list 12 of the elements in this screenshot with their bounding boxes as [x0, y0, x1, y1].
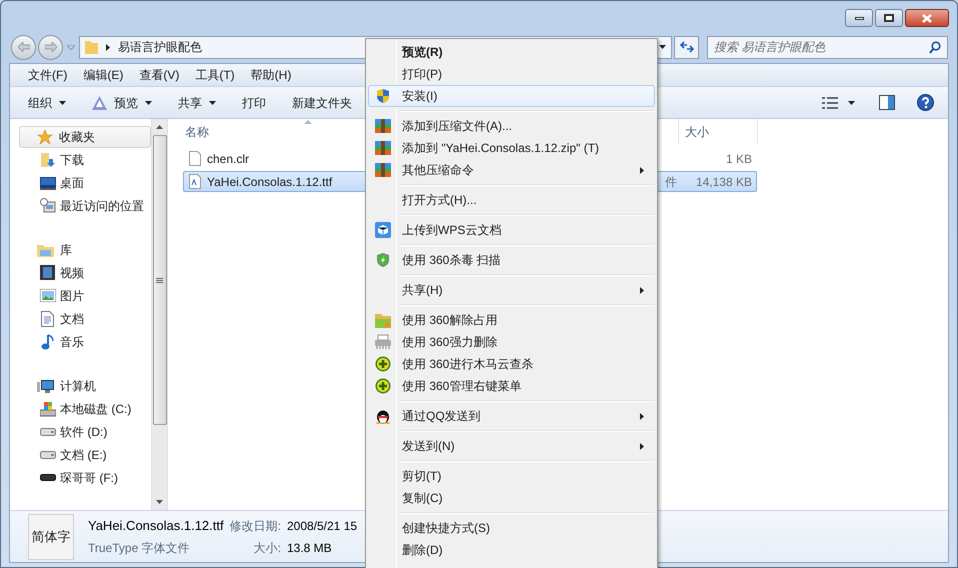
details-label: 大小: [252, 540, 281, 558]
file-size: 14,138 KB [694, 174, 753, 190]
details-label: 修改日期: [230, 518, 281, 535]
details-value: 2008/5/21 15 [286, 518, 358, 535]
file-thumbnail: 简体字 [28, 514, 74, 560]
details-value: 13.8 MB [286, 540, 333, 558]
file-name: chen.clr [207, 150, 250, 168]
details-file-name: YaHei.Consolas.1.12.ttf [88, 516, 224, 535]
details-file-type: TrueType 字体文件 [88, 540, 191, 558]
file-size: 1 KB [724, 150, 753, 168]
file-type: 件 [665, 174, 678, 190]
file-name: YaHei.Consolas.1.12.ttf [207, 174, 334, 190]
